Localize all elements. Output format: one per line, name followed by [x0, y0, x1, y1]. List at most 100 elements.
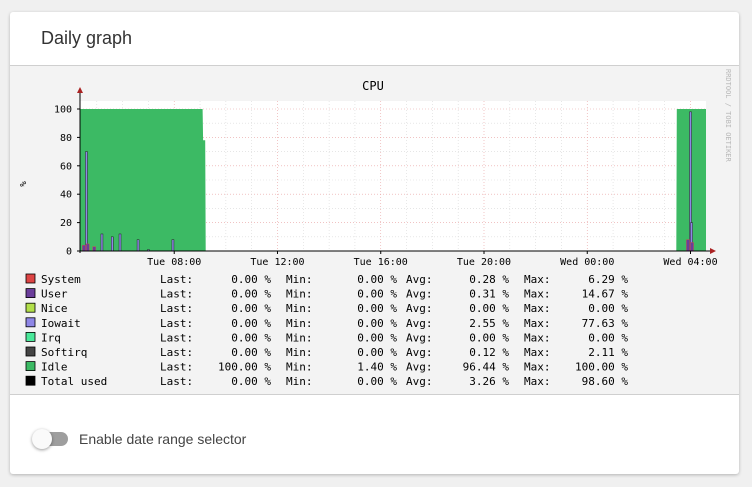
legend-min-value: 0.00 %: [357, 273, 397, 286]
series-user-spike: [92, 246, 96, 252]
legend-min-label: Min:: [286, 375, 313, 388]
legend-min-value: 0.00 %: [357, 331, 397, 344]
y-tick-label: 80: [60, 133, 72, 144]
legend-name: Total used: [41, 375, 107, 388]
series-iowait-spike: [136, 239, 140, 252]
series-user-spike: [86, 243, 90, 252]
legend-avg-value: 96.44 %: [463, 361, 510, 374]
x-tick-label: Tue 20:00: [457, 257, 511, 268]
legend-avg-label: Avg:: [406, 317, 433, 330]
legend-min-label: Min:: [286, 273, 313, 286]
legend-avg-label: Avg:: [406, 302, 433, 315]
legend-max-label: Max:: [524, 288, 551, 301]
legend-min-value: 0.00 %: [357, 302, 397, 315]
legend-max-value: 0.00 %: [588, 331, 628, 344]
legend-avg-value: 0.00 %: [469, 331, 509, 344]
y-tick-label: 0: [66, 247, 72, 258]
legend-min-label: Min:: [286, 346, 313, 359]
y-tick-label: 60: [60, 161, 72, 172]
legend-name: Softirq: [41, 346, 87, 359]
legend-last-label: Last:: [160, 302, 193, 315]
date-range-toggle[interactable]: [32, 429, 68, 449]
legend-min-value: 0.00 %: [357, 346, 397, 359]
legend-name: System: [41, 273, 81, 286]
legend-name: Nice: [41, 302, 68, 315]
y-tick-label: 20: [60, 218, 72, 229]
legend-max-value: 0.00 %: [588, 302, 628, 315]
legend-last-value: 0.00 %: [231, 317, 271, 330]
y-tick-label: 40: [60, 190, 72, 201]
chart-title: CPU: [362, 79, 384, 93]
legend-avg-value: 0.12 %: [469, 346, 509, 359]
legend-min-label: Min:: [286, 302, 313, 315]
legend-min-value: 0.00 %: [357, 288, 397, 301]
y-axis-arrow: [77, 87, 83, 93]
legend-min-label: Min:: [286, 317, 313, 330]
x-tick-label: Tue 08:00: [147, 257, 201, 268]
legend-max-label: Max:: [524, 375, 551, 388]
legend-min-label: Min:: [286, 361, 313, 374]
legend-last-label: Last:: [160, 361, 193, 374]
cpu-chart-svg: 0 20 40 60 80 100 Tue 08:00 Tue 12:00 Tue 16:00 T…: [17, 69, 732, 388]
cpu-graph: 0 20 40 60 80 100 Tue 08:00 Tue 12:00 Tue 16:00 T…: [10, 65, 739, 395]
legend-avg-label: Avg:: [406, 273, 433, 286]
rrdtool-watermark: RRDTOOL / TOBI OETIKER: [724, 69, 732, 163]
legend-name: User: [41, 288, 68, 301]
legend-max-label: Max:: [524, 302, 551, 315]
legend-max-value: 77.63 %: [582, 317, 629, 330]
legend-max-value: 100.00 %: [575, 361, 628, 374]
legend-last-value: 100.00 %: [218, 361, 271, 374]
series-iowait-spike: [100, 233, 104, 252]
legend-name: Irq: [41, 331, 61, 344]
legend-swatch: [25, 361, 36, 372]
legend-swatch: [25, 346, 36, 357]
series-iowait-spike: [85, 151, 88, 252]
legend-avg-value: 0.28 %: [469, 273, 509, 286]
legend-min-label: Min:: [286, 331, 313, 344]
legend-avg-label: Avg:: [406, 361, 433, 374]
legend-last-label: Last:: [160, 375, 193, 388]
legend-name: Iowait: [41, 317, 81, 330]
legend-last-label: Last:: [160, 288, 193, 301]
legend-last-value: 0.00 %: [231, 302, 271, 315]
legend-avg-value: 0.31 %: [469, 288, 509, 301]
legend-max-value: 98.60 %: [582, 375, 629, 388]
legend-max-label: Max:: [524, 346, 551, 359]
legend-avg-value: 0.00 %: [469, 302, 509, 315]
legend-avg-label: Avg:: [406, 346, 433, 359]
x-tick-label: Tue 16:00: [354, 257, 408, 268]
date-range-toggle-row: Enable date range selector: [32, 429, 246, 449]
toggle-knob[interactable]: [32, 429, 52, 449]
x-tick-label: Wed 04:00: [663, 257, 717, 268]
legend-avg-label: Avg:: [406, 331, 433, 344]
legend-max-value: 14.67 %: [582, 288, 629, 301]
legend-max-value: 6.29 %: [588, 273, 628, 286]
legend-avg-label: Avg:: [406, 288, 433, 301]
legend-last-value: 0.00 %: [231, 375, 271, 388]
legend-min-value: 0.00 %: [357, 317, 397, 330]
series-iowait-spike: [111, 236, 114, 252]
x-axis-arrow: [710, 248, 716, 254]
legend-min-value: 0.00 %: [357, 375, 397, 388]
legend-max-label: Max:: [524, 331, 551, 344]
legend-swatch: [25, 317, 36, 328]
legend-last-label: Last:: [160, 346, 193, 359]
legend-swatch: [25, 375, 36, 386]
y-axis-label: %: [17, 181, 27, 187]
legend-avg-value: 2.55 %: [469, 317, 509, 330]
legend-swatch: [25, 273, 36, 284]
legend-last-value: 0.00 %: [231, 331, 271, 344]
legend-swatch: [25, 331, 36, 342]
series-iowait-spike: [118, 233, 122, 252]
daily-graph-card: Daily graph 0 20 40 60 80 100 Tue 08:00 Tue 12:…: [10, 12, 739, 474]
legend-avg-label: Avg:: [406, 375, 433, 388]
series-user-spike: [82, 245, 86, 252]
legend-min-value: 1.40 %: [357, 361, 397, 374]
legend-last-value: 0.00 %: [231, 273, 271, 286]
y-tick-label: 100: [54, 105, 72, 116]
legend-last-value: 0.00 %: [231, 346, 271, 359]
legend-max-label: Max:: [524, 273, 551, 286]
x-tick-label: Wed 00:00: [560, 257, 614, 268]
legend-swatch: [25, 302, 36, 313]
legend-last-label: Last:: [160, 317, 193, 330]
